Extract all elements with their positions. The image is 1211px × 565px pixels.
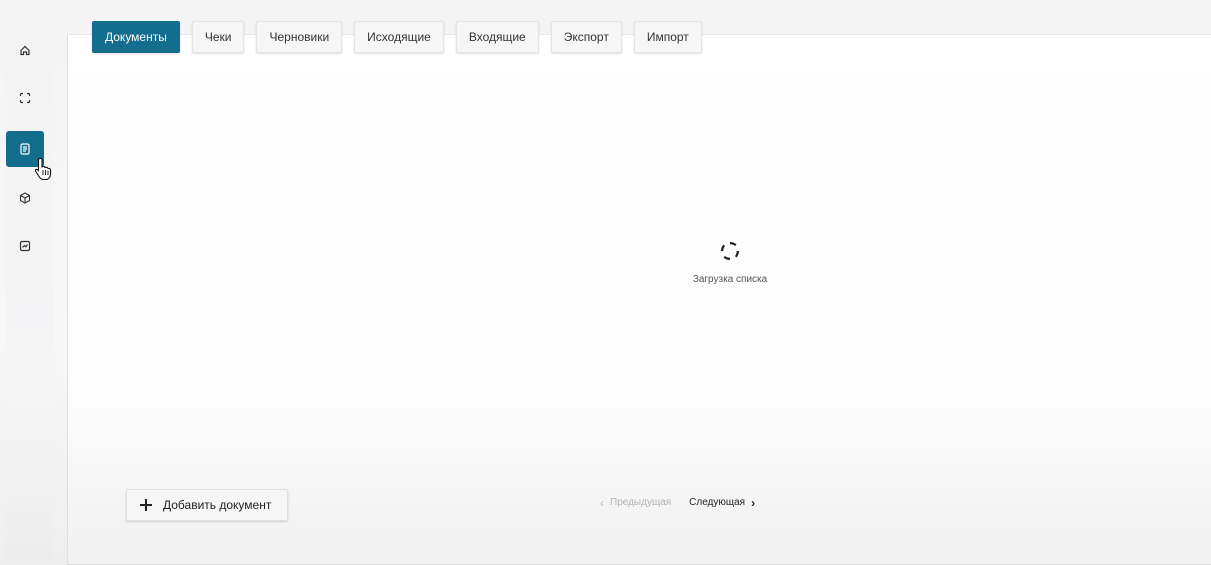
home-icon <box>20 45 30 56</box>
tab-receipts[interactable]: Чеки <box>191 21 245 53</box>
add-document-button[interactable]: Добавить документ <box>126 489 288 521</box>
prev-page-label: Предыдущая <box>610 497 672 508</box>
sidebar-item-products[interactable] <box>6 180 44 216</box>
cube-icon <box>19 192 31 204</box>
pagination: ‹ Предыдущая Следующая › <box>600 495 756 510</box>
chevron-right-icon: › <box>751 495 756 510</box>
tab-drafts[interactable]: Черновики <box>256 21 343 53</box>
content-panel <box>67 34 1211 565</box>
hand-cursor-icon <box>34 157 52 181</box>
next-page-label: Следующая <box>689 497 746 508</box>
tab-incoming[interactable]: Входящие <box>455 21 539 53</box>
add-document-label: Добавить документ <box>163 498 272 512</box>
document-icon <box>20 143 30 155</box>
scan-icon <box>19 92 31 104</box>
next-page-button[interactable]: Следующая › <box>689 495 756 510</box>
sidebar-item-scan[interactable] <box>6 80 44 116</box>
tab-import[interactable]: Импорт <box>633 21 702 53</box>
sidebar <box>6 30 54 560</box>
prev-page-button[interactable]: ‹ Предыдущая <box>600 495 672 510</box>
plus-icon <box>139 498 153 512</box>
list-loader: Загрузка списка <box>640 240 820 285</box>
sidebar-item-reports[interactable] <box>6 228 44 264</box>
loading-text: Загрузка списка <box>692 274 768 285</box>
chart-icon <box>19 240 31 252</box>
tab-documents[interactable]: Документы <box>92 21 180 53</box>
loading-spinner-icon <box>721 242 739 260</box>
tab-export[interactable]: Экспорт <box>550 21 622 53</box>
tab-outgoing[interactable]: Исходящие <box>354 21 444 53</box>
sidebar-item-home[interactable] <box>6 32 44 68</box>
chevron-left-icon: ‹ <box>600 495 604 510</box>
tab-bar: Документы Чеки Черновики Исходящие Входя… <box>92 21 702 53</box>
